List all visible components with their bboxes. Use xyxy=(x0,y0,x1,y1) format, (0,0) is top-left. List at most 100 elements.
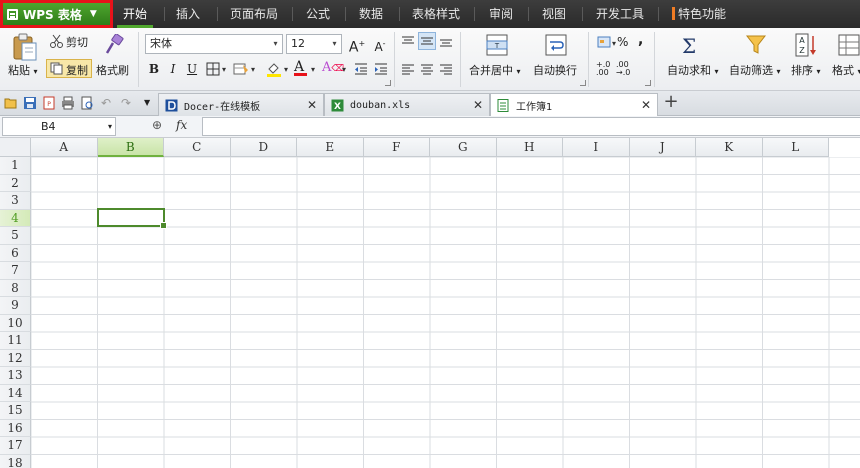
new-tab-button[interactable]: + xyxy=(662,93,680,113)
column-header-f[interactable]: F xyxy=(363,138,430,157)
print-icon[interactable] xyxy=(61,96,75,110)
indent-increase-icon[interactable] xyxy=(374,62,388,79)
format-painter-icon[interactable] xyxy=(103,33,125,59)
zoom-search-icon[interactable]: ⊕ xyxy=(152,118,162,132)
align-right-icon[interactable] xyxy=(439,63,453,78)
number-format-icon[interactable] xyxy=(597,36,611,51)
row-header-5[interactable]: 5 xyxy=(0,227,31,245)
select-all-corner[interactable] xyxy=(0,138,31,157)
save-icon[interactable] xyxy=(23,96,37,110)
menu-tab-page-layout[interactable]: 页面布局 xyxy=(230,0,278,28)
font-name-select[interactable]: 宋体 ▾ xyxy=(145,34,283,54)
row-header-10[interactable]: 10 xyxy=(0,314,31,332)
menu-tab-formulas[interactable]: 公式 xyxy=(306,0,330,28)
fill-color-icon[interactable] xyxy=(266,61,282,80)
font-size-select[interactable]: 12 ▾ xyxy=(286,34,342,54)
sort-icon[interactable]: AZ xyxy=(795,33,819,60)
menu-tab-insert[interactable]: 插入 xyxy=(176,0,200,28)
sort-button[interactable]: 排序 ▾ xyxy=(791,62,821,78)
wrap-text-button[interactable]: 自动换行 xyxy=(533,62,577,78)
column-header-b[interactable]: B xyxy=(97,138,164,157)
autofilter-button[interactable]: 自动筛选 ▾ xyxy=(729,62,781,78)
format-painter-button[interactable]: 格式刷 xyxy=(96,62,129,78)
menu-tab-data[interactable]: 数据 xyxy=(359,0,383,28)
filter-icon[interactable] xyxy=(745,34,767,59)
column-header-d[interactable]: D xyxy=(230,138,297,157)
quick-access-dropdown-icon[interactable]: ▼ xyxy=(144,96,158,110)
cell-area[interactable] xyxy=(31,157,860,468)
row-header-13[interactable]: 13 xyxy=(0,367,31,385)
column-header-l[interactable]: L xyxy=(762,138,829,157)
row-header-11[interactable]: 11 xyxy=(0,332,31,350)
underline-button[interactable]: U xyxy=(183,60,201,78)
menu-tab-view[interactable]: 视图 xyxy=(542,0,566,28)
row-header-17[interactable]: 17 xyxy=(0,437,31,455)
wrap-text-icon[interactable] xyxy=(545,34,567,59)
autosum-icon[interactable]: Σ xyxy=(682,34,696,58)
column-header-k[interactable]: K xyxy=(696,138,763,157)
decrease-font-icon[interactable]: A- xyxy=(371,35,389,54)
format-icon[interactable] xyxy=(838,34,860,59)
row-header-16[interactable]: 16 xyxy=(0,419,31,437)
menu-tab-special[interactable]: 特色功能 xyxy=(672,0,726,28)
tab-docer[interactable]: Docer-在线模板 ✕ xyxy=(158,93,324,116)
align-left-icon[interactable] xyxy=(401,63,415,78)
menu-tab-home[interactable]: 开始 xyxy=(116,0,154,28)
row-header-12[interactable]: 12 xyxy=(0,349,31,367)
align-center-icon[interactable] xyxy=(420,63,434,78)
open-folder-icon[interactable] xyxy=(4,96,18,110)
tab-douban[interactable]: X douban.xls ✕ xyxy=(324,93,490,116)
bold-button[interactable]: B xyxy=(145,60,163,78)
font-color-icon[interactable]: A xyxy=(294,59,307,76)
print-preview-icon[interactable] xyxy=(80,96,94,110)
redo-icon[interactable]: ↷ xyxy=(121,96,135,110)
insert-function-icon[interactable]: fx xyxy=(176,118,187,132)
paste-button[interactable]: 粘贴 ▾ xyxy=(8,62,38,78)
merge-center-icon[interactable]: T xyxy=(486,34,508,59)
undo-icon[interactable]: ↶ xyxy=(101,96,115,110)
name-box[interactable]: B4 ▾ xyxy=(2,117,116,136)
increase-font-icon[interactable]: A+ xyxy=(348,35,366,56)
decrease-decimal-icon[interactable]: .00 →.0 xyxy=(616,61,630,77)
row-header-1[interactable]: 1 xyxy=(0,157,31,175)
row-header-7[interactable]: 7 xyxy=(0,262,31,280)
format-button[interactable]: 格式 ▾ xyxy=(832,62,860,78)
cut-button[interactable]: 剪切 xyxy=(66,34,88,50)
row-header-4[interactable]: 4 xyxy=(0,209,31,227)
row-header-9[interactable]: 9 xyxy=(0,297,31,315)
tab-workbook1[interactable]: 工作簿1 ✕ xyxy=(490,93,658,117)
cell-style-icon[interactable] xyxy=(233,62,249,79)
row-header-8[interactable]: 8 xyxy=(0,279,31,297)
autosum-button[interactable]: 自动求和 ▾ xyxy=(667,62,719,78)
row-header-15[interactable]: 15 xyxy=(0,402,31,420)
app-menu-button[interactable]: WPS 表格 ▼ xyxy=(0,0,113,28)
menu-tab-review[interactable]: 审阅 xyxy=(489,0,513,28)
column-header-e[interactable]: E xyxy=(297,138,364,157)
indent-decrease-icon[interactable] xyxy=(354,62,368,79)
thousands-separator-button[interactable]: , xyxy=(638,32,643,48)
column-header-j[interactable]: J xyxy=(629,138,696,157)
column-header-a[interactable]: A xyxy=(31,138,98,157)
align-bottom-icon[interactable] xyxy=(439,36,453,51)
row-header-6[interactable]: 6 xyxy=(0,244,31,262)
close-icon[interactable]: ✕ xyxy=(307,98,317,112)
increase-decimal-icon[interactable]: +.0.00 xyxy=(596,61,610,77)
menu-tab-developer[interactable]: 开发工具 xyxy=(596,0,644,28)
column-header-i[interactable]: I xyxy=(563,138,630,157)
formula-input[interactable] xyxy=(202,117,860,136)
column-header-g[interactable]: G xyxy=(430,138,497,157)
column-header-c[interactable]: C xyxy=(164,138,231,157)
menu-tab-table-style[interactable]: 表格样式 xyxy=(412,0,460,28)
active-cell-b4[interactable] xyxy=(97,208,167,229)
row-header-2[interactable]: 2 xyxy=(0,174,31,192)
row-header-18[interactable]: 18 xyxy=(0,454,31,468)
align-top-icon[interactable] xyxy=(401,35,415,50)
borders-icon[interactable] xyxy=(206,62,220,79)
row-header-3[interactable]: 3 xyxy=(0,192,31,210)
percent-button[interactable]: % xyxy=(617,35,628,49)
column-header-h[interactable]: H xyxy=(496,138,563,157)
merge-center-button[interactable]: 合并居中 ▾ xyxy=(469,62,521,78)
align-middle-button[interactable] xyxy=(418,32,436,50)
export-pdf-icon[interactable]: P xyxy=(42,96,56,110)
italic-button[interactable]: I xyxy=(164,60,182,78)
